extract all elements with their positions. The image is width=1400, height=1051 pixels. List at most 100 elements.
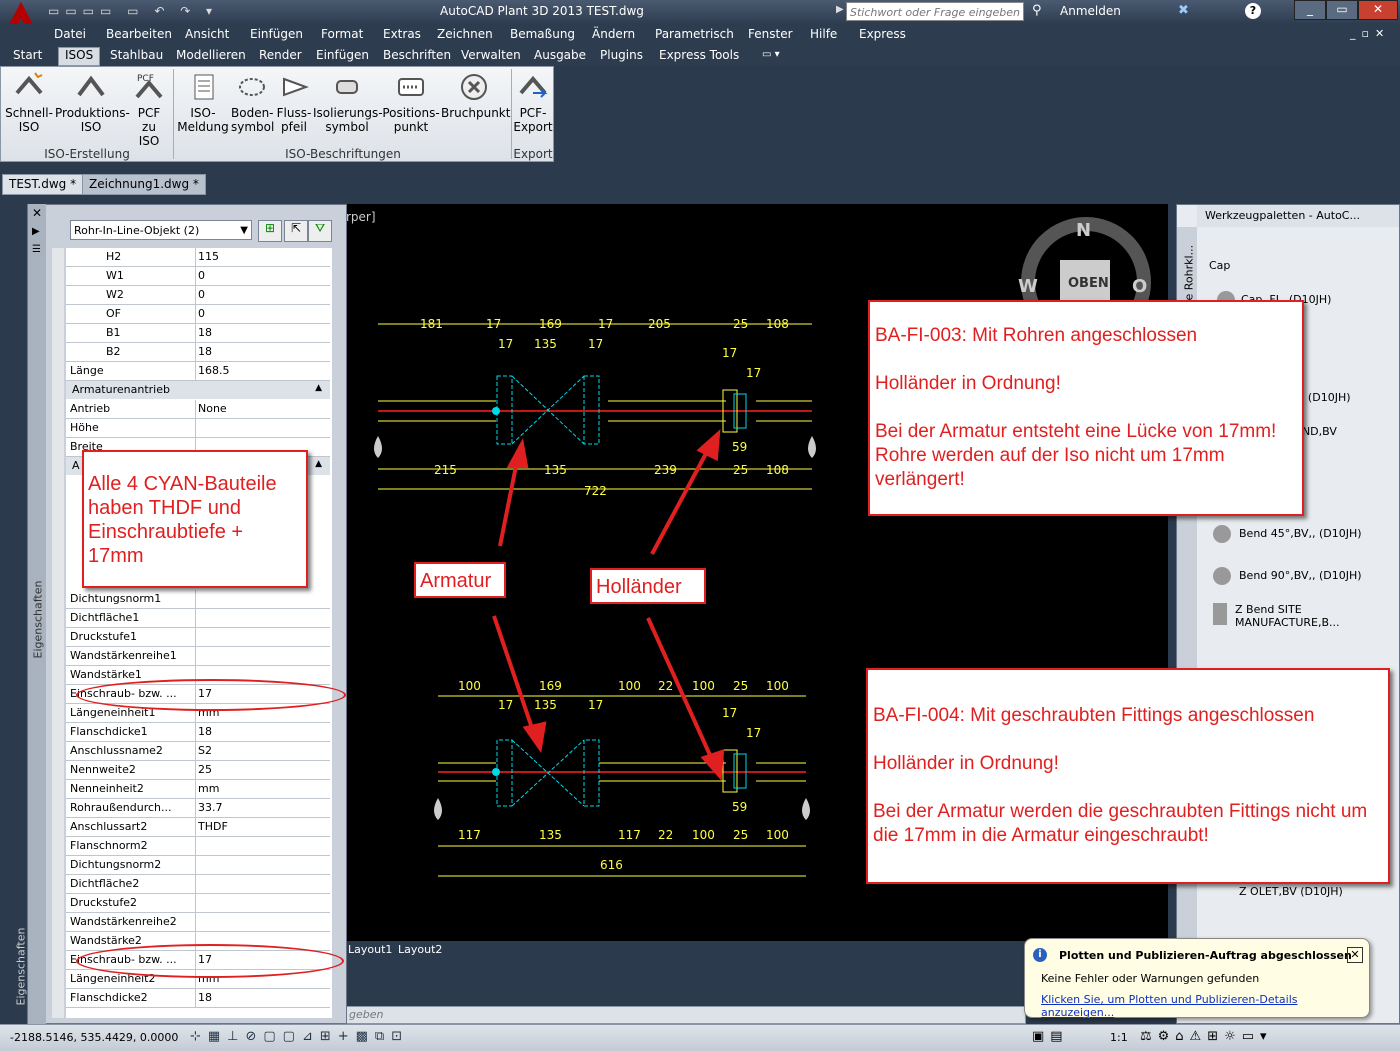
- tab-start[interactable]: Start: [13, 48, 42, 62]
- property-value[interactable]: 115: [198, 250, 219, 263]
- menu-datei[interactable]: Datei: [54, 27, 86, 41]
- layout-tab-1-label[interactable]: Layout1: [348, 943, 392, 956]
- tab-render[interactable]: Render: [259, 48, 302, 62]
- property-row[interactable]: Dichtfläche1: [66, 609, 330, 628]
- tab-stahlbau[interactable]: Stahlbau: [110, 48, 163, 62]
- property-value[interactable]: None: [198, 402, 227, 415]
- property-row[interactable]: Flanschnorm2: [66, 837, 330, 856]
- palette-item[interactable]: Bend 45°,BV,, (D10JH): [1213, 525, 1362, 543]
- command-line[interactable]: geben: [346, 1006, 1026, 1024]
- tab-ausgabe[interactable]: Ausgabe: [534, 48, 586, 62]
- menu-ansicht[interactable]: Ansicht: [185, 27, 229, 41]
- palette-item[interactable]: Z Bend SITE MANUFACTURE,B...: [1213, 603, 1383, 629]
- toggle-pickadd-button[interactable]: ⊞: [258, 220, 282, 242]
- menu-format[interactable]: Format: [321, 27, 363, 41]
- property-row[interactable]: Dichtungsnorm1: [66, 590, 330, 609]
- annotation-scale[interactable]: 1:1: [1110, 1031, 1128, 1044]
- property-row[interactable]: Rohraußendurch... 33.7: [66, 799, 330, 818]
- search-input[interactable]: Stichwort oder Frage eingeben: [846, 2, 1024, 21]
- menu-fenster[interactable]: Fenster: [748, 27, 793, 41]
- compass-w[interactable]: W: [1018, 276, 1038, 297]
- ribbon-minimize-icon[interactable]: ▭ ▾: [762, 49, 780, 60]
- property-row[interactable]: H2 115: [66, 248, 330, 267]
- menu-hilfe[interactable]: Hilfe: [810, 27, 837, 41]
- property-row[interactable]: Flanschdicke2 18: [66, 989, 330, 1008]
- exchange-icon[interactable]: ✖: [1178, 3, 1189, 18]
- compass-n[interactable]: N: [1076, 220, 1091, 241]
- autohide-icon[interactable]: ▶: [32, 226, 40, 237]
- tab-modellieren[interactable]: Modellieren: [176, 48, 246, 62]
- palette-item[interactable]: Z OLET,BV (D10JH): [1239, 885, 1343, 898]
- properties-menu-icon[interactable]: ☰: [32, 244, 41, 255]
- schnell-iso-button[interactable]: Schnell- ISO: [5, 71, 53, 134]
- pcf-export-button[interactable]: PCF- Export: [513, 71, 553, 134]
- property-row[interactable]: Dichtungsnorm2: [66, 856, 330, 875]
- property-value[interactable]: 0: [198, 269, 205, 282]
- property-row[interactable]: Anschlussname2 S2: [66, 742, 330, 761]
- property-row[interactable]: W2 0: [66, 286, 330, 305]
- properties-titlebar[interactable]: ✕ ▶ ☰ Eigenschaften: [28, 204, 46, 1024]
- property-value[interactable]: 0: [198, 307, 205, 320]
- doc-tab-zeichnung1[interactable]: Zeichnung1.dwg *: [82, 174, 206, 195]
- iso-meldung-button[interactable]: ISO- Meldung: [177, 71, 229, 134]
- property-row[interactable]: Druckstufe1: [66, 628, 330, 647]
- property-value[interactable]: 168.5: [198, 364, 230, 377]
- tab-beschriften[interactable]: Beschriften: [383, 48, 451, 62]
- quick-access-toolbar[interactable]: ▭▭▭▭ ▭ ↶ ↷ ▾: [48, 4, 288, 20]
- property-value[interactable]: 0: [198, 288, 205, 301]
- menu-aendern[interactable]: Ändern: [592, 27, 635, 41]
- menu-zeichnen[interactable]: Zeichnen: [437, 27, 493, 41]
- property-row[interactable]: Nennweite2 25: [66, 761, 330, 780]
- property-value[interactable]: S2: [198, 744, 212, 757]
- object-type-select[interactable]: Rohr-In-Line-Objekt (2) ▼: [70, 220, 252, 240]
- status-tray-icons[interactable]: ⚖⚙⌂⚠⊞☼▭▾: [1140, 1029, 1273, 1044]
- minimize-button[interactable]: _: [1294, 0, 1326, 20]
- quick-select-button[interactable]: ⛛: [308, 220, 332, 242]
- bodensymbol-button[interactable]: Boden-symbol: [231, 71, 274, 134]
- produktions-iso-button[interactable]: Produktions- ISO: [55, 71, 130, 134]
- binoculars-icon[interactable]: ⚲: [1032, 3, 1042, 18]
- property-row[interactable]: Druckstufe2: [66, 894, 330, 913]
- bruchpunkt-button[interactable]: Bruchpunkt: [441, 71, 510, 120]
- close-icon[interactable]: ✕: [1347, 947, 1363, 963]
- menu-einfuegen[interactable]: Einfügen: [250, 27, 303, 41]
- property-value[interactable]: 18: [198, 345, 212, 358]
- notification-balloon[interactable]: i Plotten und Publizieren-Auftrag abgesc…: [1024, 938, 1370, 1019]
- doc-window-controls[interactable]: _▫✕: [1350, 27, 1390, 40]
- property-group-header[interactable]: Armaturenantrieb ▲: [66, 381, 330, 399]
- doc-tab-test[interactable]: TEST.dwg *: [2, 174, 84, 195]
- pcf-zu-iso-button[interactable]: PCF PCF zu ISO: [129, 71, 169, 148]
- tab-plugins[interactable]: Plugins: [600, 48, 643, 62]
- isolierungssymbol-button[interactable]: Isolierungs-symbol: [313, 71, 383, 134]
- flusspfeil-button[interactable]: Fluss-pfeil: [275, 71, 313, 134]
- property-value[interactable]: 18: [198, 326, 212, 339]
- tab-express-tools[interactable]: Express Tools: [659, 48, 739, 62]
- model-layout-icons[interactable]: ▣▤: [1032, 1029, 1069, 1044]
- search-expand-icon[interactable]: ▶: [836, 4, 844, 15]
- property-row[interactable]: Antrieb None: [66, 400, 330, 419]
- property-row[interactable]: Dichtfläche2: [66, 875, 330, 894]
- palette-item[interactable]: Cap: [1209, 259, 1230, 272]
- property-row[interactable]: Höhe: [66, 419, 330, 438]
- drafting-toggles[interactable]: ⊹▦⊥⊘▢▢⊿⊞+▩⧉⊡: [190, 1029, 490, 1047]
- select-objects-button[interactable]: ⇱: [284, 220, 308, 242]
- maximize-button[interactable]: ▭: [1326, 0, 1358, 20]
- palette-titlebar[interactable]: Werkzeugpaletten - AutoC...: [1197, 205, 1399, 227]
- signin-button[interactable]: Anmelden: [1060, 4, 1121, 18]
- property-value[interactable]: 18: [198, 991, 212, 1004]
- viewcube-oben[interactable]: OBEN: [1068, 276, 1109, 291]
- tab-verwalten[interactable]: Verwalten: [461, 48, 521, 62]
- menu-bemassung[interactable]: Bemaßung: [510, 27, 575, 41]
- tab-isos[interactable]: ISOS: [58, 47, 101, 66]
- property-row[interactable]: B2 18: [66, 343, 330, 362]
- property-value[interactable]: 25: [198, 763, 212, 776]
- help-icon[interactable]: ?: [1245, 3, 1261, 19]
- property-value[interactable]: 33.7: [198, 801, 223, 814]
- property-row[interactable]: Wandstärkenreihe1: [66, 647, 330, 666]
- property-value[interactable]: 18: [198, 725, 212, 738]
- property-value[interactable]: THDF: [198, 820, 228, 833]
- menu-express[interactable]: Express: [859, 27, 906, 41]
- menu-parametrisch[interactable]: Parametrisch: [655, 27, 734, 41]
- property-row[interactable]: B1 18: [66, 324, 330, 343]
- property-row[interactable]: Flanschdicke1 18: [66, 723, 330, 742]
